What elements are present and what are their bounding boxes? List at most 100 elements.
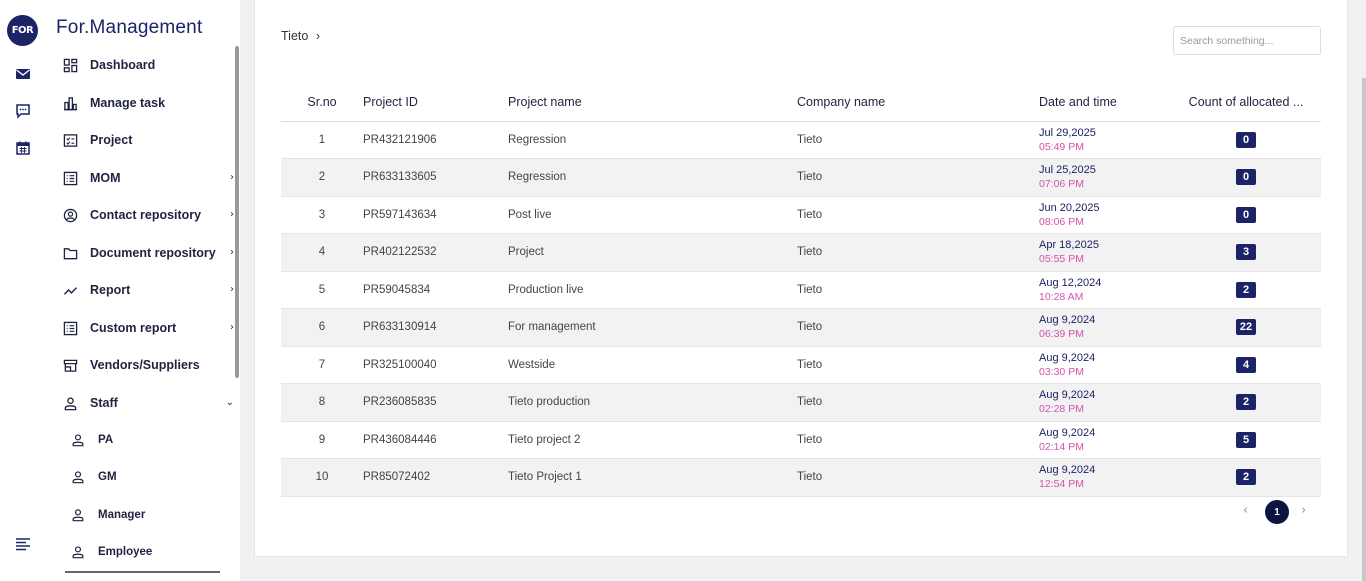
time-text: 02:28 PM [1039, 403, 1084, 416]
table-row[interactable]: 9 PR436084446 Tieto project 2 Tieto Aug … [281, 421, 1321, 459]
cell-project-name: Regression [508, 121, 797, 159]
sidebar-item-document-repository[interactable]: Document repository › [62, 239, 238, 267]
sidebar-item-label: Contact repository [90, 208, 202, 222]
cell-count: 4 [1171, 346, 1321, 384]
table-row[interactable]: 8 PR236085835 Tieto production Tieto Aug… [281, 383, 1321, 422]
page-scrollbar[interactable] [1362, 78, 1366, 581]
mail-icon[interactable] [14, 65, 32, 83]
cell-date-time: Apr 18,2025 05:55 PM [1039, 233, 1171, 272]
app-logo[interactable]: FOR [7, 15, 38, 46]
menu-icon[interactable] [14, 535, 32, 553]
cell-project-name: For management [508, 308, 797, 347]
time-text: 05:55 PM [1039, 253, 1084, 266]
table-row[interactable]: 7 PR325100040 Westside Tieto Aug 9,2024 0… [281, 346, 1321, 384]
calendar-icon[interactable] [14, 139, 32, 157]
header-count-allocated[interactable]: Count of allocated ... [1171, 83, 1321, 122]
cell-company-name: Tieto [797, 158, 1039, 197]
cell-date-time: Aug 9,2024 03:30 PM [1039, 346, 1171, 384]
breadcrumb[interactable]: Tieto › [281, 29, 320, 43]
cell-count: 0 [1171, 158, 1321, 197]
sidebar-item-label: Manage task [90, 96, 166, 110]
breadcrumb-item[interactable]: Tieto [281, 29, 308, 43]
cell-project-id: PR325100040 [363, 346, 508, 384]
count-badge: 0 [1236, 206, 1256, 223]
date-text: Apr 18,2025 [1039, 239, 1099, 252]
cell-project-name: Post live [508, 196, 797, 234]
sidebar-item-label: Document repository [90, 246, 216, 260]
header-date-time[interactable]: Date and time [1039, 83, 1171, 122]
sidebar-item-report[interactable]: Report › [62, 276, 238, 304]
chevron-right-icon: › [230, 247, 234, 258]
header-company-name[interactable]: Company name [797, 83, 1039, 122]
cell-count: 2 [1171, 271, 1321, 309]
cell-project-id: PR432121906 [363, 121, 508, 159]
pagination-page-button[interactable]: 1 [1265, 500, 1289, 524]
sidebar-item-custom-report[interactable]: Custom report › [62, 314, 238, 342]
cell-sr-no: 7 [281, 346, 363, 384]
date-text: Aug 9,2024 [1039, 464, 1096, 477]
person-icon [70, 507, 86, 523]
table-row[interactable]: 10 PR85072402 Tieto Project 1 Tieto Aug … [281, 458, 1321, 497]
sidebar-subitem-employee[interactable]: Employee [70, 538, 220, 566]
sidebar-item-vendors-suppliers[interactable]: Vendors/Suppliers [62, 351, 238, 379]
table-row[interactable]: 3 PR597143634 Post live Tieto Jun 20,202… [281, 196, 1321, 234]
cell-company-name: Tieto [797, 383, 1039, 422]
header-sr-no[interactable]: Sr.no [281, 83, 363, 122]
sidebar-item-mom[interactable]: MOM › [62, 164, 238, 192]
cell-company-name: Tieto [797, 233, 1039, 272]
cell-sr-no: 4 [281, 233, 363, 272]
cell-project-name: Tieto project 2 [508, 421, 797, 459]
breadcrumb-chevron-icon: › [315, 29, 320, 43]
cell-date-time: Aug 9,2024 06:39 PM [1039, 308, 1171, 347]
date-text: Aug 9,2024 [1039, 351, 1096, 364]
bar-chart-icon [62, 95, 78, 111]
chat-icon[interactable] [14, 102, 32, 120]
pagination-next-button[interactable]: › [1301, 503, 1306, 518]
date-text: Jul 29,2025 [1039, 126, 1096, 139]
table-row[interactable]: 2 PR633133605 Regression Tieto Jul 25,20… [281, 158, 1321, 197]
sidebar-item-dashboard[interactable]: Dashboard [62, 51, 238, 79]
chevron-down-icon: ⌄ [225, 397, 234, 408]
table-row[interactable]: 1 PR432121906 Regression Tieto Jul 29,20… [281, 121, 1321, 159]
cell-project-id: PR633133605 [363, 158, 508, 197]
search-input[interactable] [1173, 26, 1321, 55]
cell-count: 2 [1171, 458, 1321, 497]
cell-project-name: Regression [508, 158, 797, 197]
sidebar-subitem-gm[interactable]: GM [70, 463, 220, 491]
cell-company-name: Tieto [797, 308, 1039, 347]
project-icon [62, 132, 78, 148]
table-row[interactable]: 6 PR633130914 For management Tieto Aug 9… [281, 308, 1321, 347]
contact-icon [62, 207, 78, 223]
sidebar-item-contact-repository[interactable]: Contact repository › [62, 201, 238, 229]
date-text: Aug 9,2024 [1039, 389, 1096, 402]
table-row[interactable]: 5 PR59045834 Production live Tieto Aug 1… [281, 271, 1321, 309]
sidebar-item-staff[interactable]: Staff ⌄ [62, 389, 238, 417]
sidebar-item-label: Vendors/Suppliers [90, 358, 200, 372]
icon-rail: FOR [0, 0, 46, 581]
cell-sr-no: 10 [281, 458, 363, 497]
cell-project-id: PR85072402 [363, 458, 508, 497]
count-badge: 2 [1236, 394, 1256, 411]
sidebar-item-project[interactable]: Project [62, 126, 238, 154]
table-row[interactable]: 4 PR402122532 Project Tieto Apr 18,2025 0… [281, 233, 1321, 272]
sidebar-subitem-label: Employee [98, 546, 153, 558]
brand-title: For.Management [56, 17, 203, 38]
cell-project-id: PR633130914 [363, 308, 508, 347]
cell-company-name: Tieto [797, 421, 1039, 459]
cell-sr-no: 6 [281, 308, 363, 347]
sidebar-subitem-manager[interactable]: Manager [70, 501, 220, 529]
chevron-right-icon: › [230, 209, 234, 220]
sidebar-item-label: Staff [90, 396, 118, 410]
dashboard-icon [62, 57, 78, 73]
pagination-prev-button[interactable]: ‹ [1243, 503, 1248, 518]
sidebar-subitem-pa[interactable]: PA [70, 426, 220, 454]
table-header-row: Sr.no Project ID Project name Company na… [281, 83, 1321, 122]
cell-date-time: Aug 9,2024 02:14 PM [1039, 421, 1171, 459]
cell-project-id: PR59045834 [363, 271, 508, 309]
cell-sr-no: 5 [281, 271, 363, 309]
header-project-id[interactable]: Project ID [363, 83, 508, 122]
header-project-name[interactable]: Project name [508, 83, 797, 122]
cell-sr-no: 1 [281, 121, 363, 159]
count-badge: 4 [1236, 356, 1256, 373]
sidebar-item-manage-task[interactable]: Manage task [62, 89, 238, 117]
